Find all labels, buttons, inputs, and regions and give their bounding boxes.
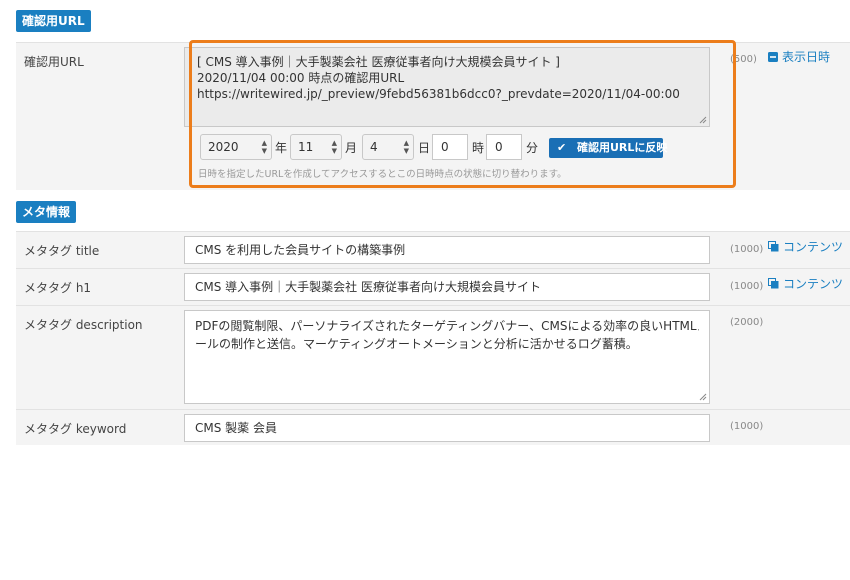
copy-icon [768, 278, 779, 292]
month-select[interactable]: 11 ▲ ▼ [290, 134, 342, 160]
year-unit: 年 [275, 141, 288, 155]
preview-url-textarea[interactable]: [ CMS 導入事例｜大手製薬会社 医療従事者向け大規模会員サイト ] 2020… [184, 47, 710, 127]
meta-title-label: メタタグ title [24, 244, 100, 258]
resize-grip-icon[interactable] [699, 116, 707, 124]
preview-url-line-date: 2020/11/04 00:00 時点の確認用URL [197, 71, 405, 85]
resize-grip-icon[interactable] [699, 393, 707, 401]
section-tag-preview-url: 確認用URL [16, 10, 91, 32]
meta-description-line-2: ールの制作と送信。マーケティングオートメーションと分析に活かせるログ蓄積。 [195, 337, 638, 351]
hour-unit: 時 [472, 141, 485, 155]
section-tag-meta-info: メタ情報 [16, 201, 77, 223]
day-unit: 日 [418, 141, 431, 155]
meta-title-char-count: (1000) [730, 244, 764, 255]
hour-input[interactable]: 0 [432, 134, 468, 160]
meta-description-char-count: (2000) [730, 317, 764, 328]
display-date-link[interactable]: 表示日時 [768, 48, 830, 65]
preview-url-line-url: https://writewired.jp/_preview/9febd5638… [197, 87, 680, 101]
meta-description-line-1: PDFの閲覧制限、パーソナライズされたターゲティングバナー、CMSによる効率の良… [195, 319, 699, 333]
select-arrows-icon: ▲ ▼ [403, 139, 409, 155]
copy-icon [768, 241, 779, 255]
preview-url-char-count: (500) [730, 54, 757, 65]
meta-description-textarea[interactable]: PDFの閲覧制限、パーソナライズされたターゲティングバナー、CMSによる効率の良… [184, 310, 710, 404]
meta-keyword-input[interactable]: CMS 製薬 会員 [184, 414, 710, 442]
select-arrows-icon: ▲ ▼ [331, 139, 337, 155]
preview-url-line-title: [ CMS 導入事例｜大手製薬会社 医療従事者向け大規模会員サイト ] [197, 55, 560, 69]
meta-keyword-label: メタタグ keyword [24, 422, 127, 436]
meta-description-label: メタタグ description [24, 318, 143, 332]
meta-keyword-char-count: (1000) [730, 421, 764, 432]
meta-title-content-link-label: コンテンツ [783, 240, 844, 254]
display-date-link-label: 表示日時 [782, 50, 831, 64]
meta-h1-label: メタタグ h1 [24, 281, 92, 295]
select-arrows-icon: ▲ ▼ [261, 139, 267, 155]
apply-preview-url-button-label: 確認用URLに反映 [577, 141, 668, 154]
meta-h1-input[interactable]: CMS 導入事例｜大手製薬会社 医療従事者向け大規模会員サイト [184, 273, 710, 301]
year-select-value: 2020 [208, 140, 239, 154]
meta-h1-content-link-label: コンテンツ [783, 277, 844, 291]
year-select[interactable]: 2020 ▲ ▼ [200, 134, 272, 160]
meta-h1-content-link[interactable]: コンテンツ [768, 275, 843, 292]
meta-title-content-link[interactable]: コンテンツ [768, 238, 843, 255]
month-select-value: 11 [298, 140, 314, 154]
month-unit: 月 [345, 141, 358, 155]
preview-url-label: 確認用URL [24, 55, 84, 69]
day-select-value: 4 [370, 140, 378, 154]
minus-square-icon [768, 51, 778, 65]
apply-preview-url-button[interactable]: ✔ 確認用URLに反映 [549, 138, 667, 158]
checkmark-icon: ✔ [557, 141, 567, 154]
preview-help-text: 日時を指定したURLを作成してアクセスするとこの日時時点の状態に切り替わります。 [198, 169, 567, 180]
minute-unit: 分 [526, 141, 539, 155]
minute-input[interactable]: 0 [486, 134, 522, 160]
meta-title-input[interactable]: CMS を利用した会員サイトの構築事例 [184, 236, 710, 264]
meta-h1-char-count: (1000) [730, 281, 764, 292]
day-select[interactable]: 4 ▲ ▼ [362, 134, 414, 160]
